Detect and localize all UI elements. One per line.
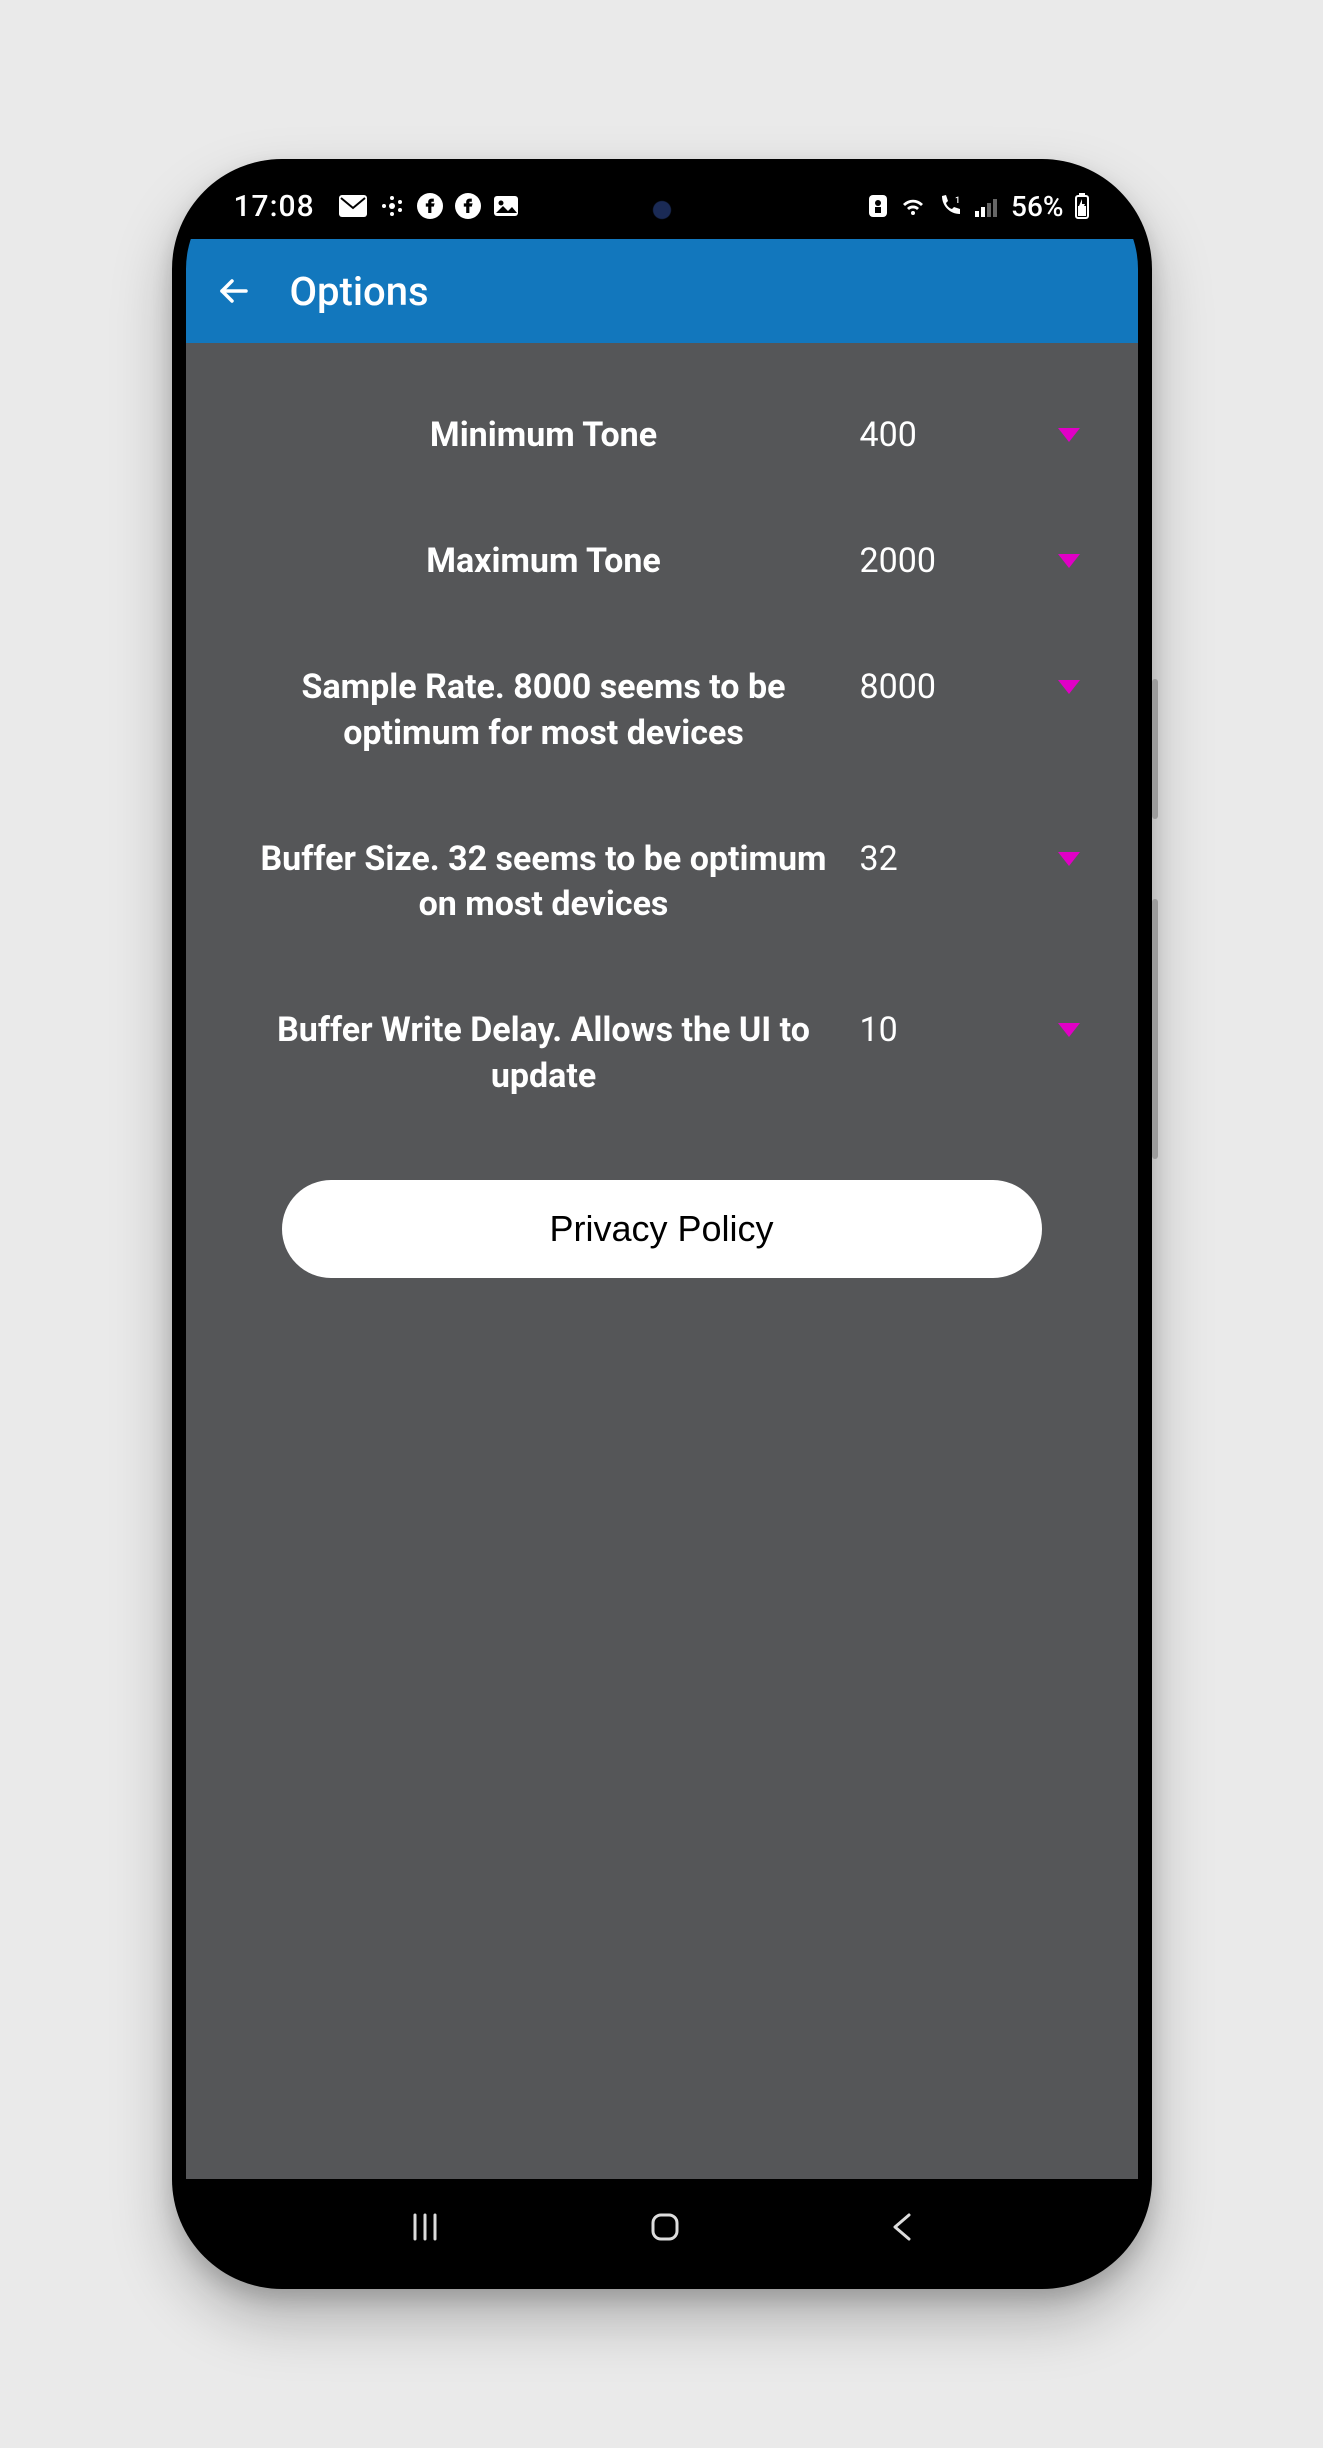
option-dropdown-minimum-tone[interactable]: 400 <box>860 413 1080 455</box>
option-label: Buffer Size. 32 seems to be optimum on m… <box>244 837 860 929</box>
option-dropdown-maximum-tone[interactable]: 2000 <box>860 539 1080 581</box>
fitbit-icon <box>379 193 405 219</box>
back-arrow-icon[interactable] <box>214 271 254 311</box>
facebook-icon <box>417 193 443 219</box>
chevron-down-icon <box>1058 852 1080 866</box>
battery-text: 56% <box>1011 190 1063 223</box>
option-dropdown-buffer-write-delay[interactable]: 10 <box>860 1008 1080 1050</box>
option-label: Minimum Tone <box>244 413 860 459</box>
status-left: 17:08 <box>234 189 868 224</box>
option-label: Buffer Write Delay. Allows the UI to upd… <box>244 1008 860 1100</box>
privacy-policy-button[interactable]: Privacy Policy <box>282 1180 1042 1278</box>
option-value: 8000 <box>860 667 936 707</box>
wifi-icon <box>899 195 927 217</box>
signal-icon <box>975 195 1001 217</box>
mail-icon <box>339 195 367 217</box>
back-button[interactable] <box>887 2209 917 2245</box>
option-label: Maximum Tone <box>244 539 860 585</box>
option-value: 400 <box>860 415 917 455</box>
status-time: 17:08 <box>234 189 315 224</box>
front-camera <box>647 195 677 225</box>
chevron-down-icon <box>1058 1023 1080 1037</box>
option-buffer-size: Buffer Size. 32 seems to be optimum on m… <box>232 797 1092 969</box>
status-right: 1 56% <box>867 190 1089 223</box>
recents-button[interactable] <box>407 2209 443 2245</box>
screen: 17:08 <box>186 173 1138 2275</box>
options-content: Minimum Tone 400 Maximum Tone 2000 Sampl… <box>186 343 1138 2179</box>
volte-call-icon: 1 <box>937 193 965 219</box>
app-bar: Options <box>186 239 1138 343</box>
chevron-down-icon <box>1058 428 1080 442</box>
option-label: Sample Rate. 8000 seems to be optimum fo… <box>244 665 860 757</box>
page-title: Options <box>290 268 429 315</box>
option-value: 2000 <box>860 541 936 581</box>
chevron-down-icon <box>1058 680 1080 694</box>
battery-icon <box>1074 193 1090 219</box>
app-badge-icon <box>867 193 889 219</box>
option-sample-rate: Sample Rate. 8000 seems to be optimum fo… <box>232 625 1092 797</box>
option-buffer-write-delay: Buffer Write Delay. Allows the UI to upd… <box>232 968 1092 1140</box>
option-maximum-tone: Maximum Tone 2000 <box>232 499 1092 625</box>
android-nav-bar <box>186 2179 1138 2275</box>
facebook-icon-2 <box>455 193 481 219</box>
option-value: 10 <box>860 1010 898 1050</box>
option-value: 32 <box>860 839 898 879</box>
phone-frame: 17:08 <box>172 159 1152 2289</box>
option-dropdown-sample-rate[interactable]: 8000 <box>860 665 1080 707</box>
home-button[interactable] <box>645 2207 685 2247</box>
option-minimum-tone: Minimum Tone 400 <box>232 373 1092 499</box>
image-icon <box>493 193 519 219</box>
chevron-down-icon <box>1058 554 1080 568</box>
option-dropdown-buffer-size[interactable]: 32 <box>860 837 1080 879</box>
svg-text:1: 1 <box>955 196 960 206</box>
